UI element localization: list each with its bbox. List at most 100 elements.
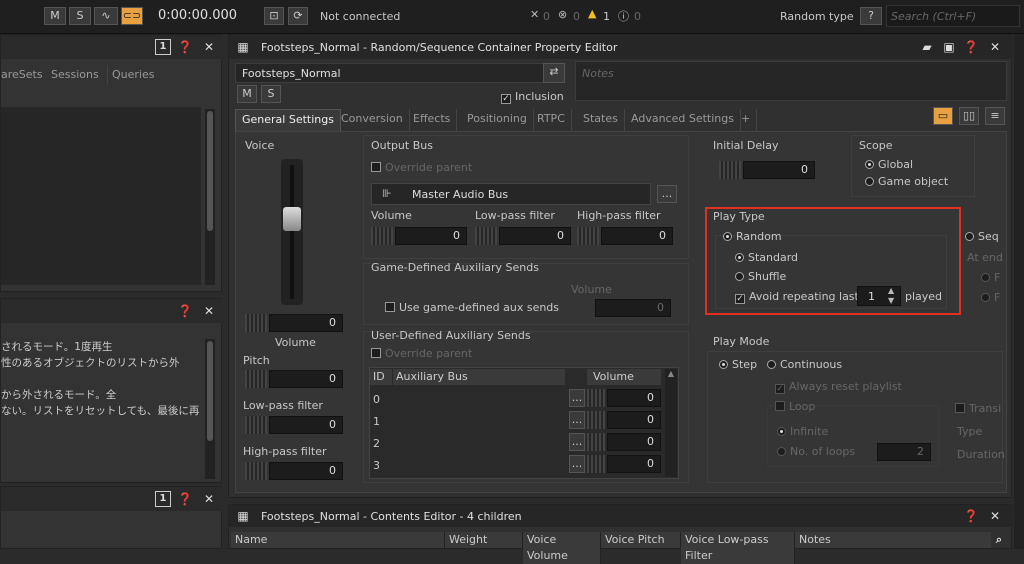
tab-sessions[interactable]: Sessions: [51, 65, 101, 85]
meter-icon[interactable]: ∿: [94, 7, 118, 25]
rename-icon[interactable]: ⇄: [543, 63, 565, 83]
bus-hpf-value[interactable]: 0: [601, 227, 673, 245]
inclusion-checkbox[interactable]: ✓ Inclusion: [501, 90, 564, 104]
bus-browse-button[interactable]: ...: [657, 185, 677, 203]
col-voice-lpf[interactable]: Voice Low-pass Filter: [681, 532, 795, 564]
close-icon[interactable]: ✕: [987, 508, 1003, 524]
tab-effects[interactable]: Effects: [407, 109, 458, 131]
pitch-value[interactable]: 0: [269, 370, 343, 388]
initial-delay-fader[interactable]: [719, 161, 741, 179]
scope-global-radio[interactable]: Global: [865, 158, 913, 171]
loops-value[interactable]: 2: [877, 443, 931, 461]
help-icon[interactable]: ❓: [177, 39, 193, 55]
link-icon[interactable]: ⊂⊃: [121, 7, 143, 25]
scrollbar-thumb[interactable]: [207, 341, 213, 441]
no-loops-radio[interactable]: No. of loops: [777, 445, 855, 458]
continuous-radio[interactable]: Continuous: [767, 358, 842, 371]
output-override-checkbox[interactable]: Override parent: [371, 161, 472, 174]
tab-states[interactable]: States: [577, 109, 625, 131]
at-end-option-radio[interactable]: F: [981, 271, 1000, 284]
shuffle-radio[interactable]: Shuffle: [735, 270, 786, 283]
aux-row-volume[interactable]: 0: [607, 389, 661, 407]
col-notes[interactable]: Notes: [795, 532, 991, 548]
pitch-fader[interactable]: [245, 370, 267, 388]
help-icon[interactable]: ❓: [963, 508, 979, 524]
voice-volume-slider-track[interactable]: [281, 159, 303, 305]
col-name[interactable]: Name: [231, 532, 445, 548]
aux-row-fader[interactable]: [587, 389, 605, 407]
aux-row-fader[interactable]: [587, 455, 605, 473]
tab-general-settings[interactable]: General Settings: [235, 109, 341, 131]
aux-row-browse[interactable]: ...: [569, 411, 585, 429]
aux-row-browse[interactable]: ...: [569, 389, 585, 407]
aux-row-fader[interactable]: [587, 433, 605, 451]
infinite-radio[interactable]: Infinite: [777, 425, 828, 438]
aux-row-volume[interactable]: 0: [607, 433, 661, 451]
lpf-value[interactable]: 0: [269, 416, 343, 434]
help-icon[interactable]: ❓: [177, 303, 193, 319]
folder-icon[interactable]: ▰: [919, 39, 935, 55]
col-aux-bus[interactable]: Auxiliary Bus: [393, 369, 565, 385]
bus-lpf-value[interactable]: 0: [499, 227, 571, 245]
step-radio[interactable]: Step: [719, 358, 757, 371]
at-end-option-radio-2[interactable]: F: [981, 291, 1000, 304]
voice-volume-value[interactable]: 0: [269, 314, 343, 332]
help-button[interactable]: ?: [860, 7, 882, 25]
connect-icon[interactable]: ⟳: [288, 7, 308, 25]
bus-volume-value[interactable]: 0: [395, 227, 467, 245]
aux-table-scrollbar[interactable]: ▲: [665, 369, 677, 477]
hpf-value[interactable]: 0: [269, 462, 343, 480]
random-radio[interactable]: Random: [723, 230, 782, 243]
mute-all-button[interactable]: M: [44, 7, 66, 25]
tab-positioning[interactable]: Positioning: [461, 109, 534, 131]
notes-field[interactable]: Notes: [575, 61, 1007, 101]
volume-fader[interactable]: [245, 314, 267, 332]
search-icon[interactable]: ⌕: [991, 532, 1007, 548]
game-aux-volume-value[interactable]: 0: [595, 299, 671, 317]
use-game-aux-checkbox[interactable]: Use game-defined aux sends: [385, 301, 559, 314]
col-volume[interactable]: Volume: [587, 369, 661, 385]
name-field[interactable]: Footsteps_Normal: [235, 63, 565, 83]
tab-add[interactable]: +: [735, 109, 758, 131]
sequence-radio[interactable]: Seq: [965, 230, 999, 243]
col-voice-pitch[interactable]: Voice Pitch: [601, 532, 681, 548]
mute-button[interactable]: M: [237, 85, 257, 103]
scrollbar[interactable]: [205, 339, 215, 479]
aux-row-volume[interactable]: 0: [607, 411, 661, 429]
stepper-arrows-icon[interactable]: ▲ ▼: [888, 286, 894, 306]
info-icon[interactable]: ⓘ: [618, 8, 629, 24]
always-reset-checkbox[interactable]: ✓ Always reset playlist: [775, 380, 902, 394]
panel-index-icon[interactable]: 1: [155, 39, 171, 55]
tab-soundbanks[interactable]: areSets: [1, 65, 45, 85]
bus-hpf-fader[interactable]: [577, 227, 599, 245]
standard-radio[interactable]: Standard: [735, 251, 798, 264]
close-icon[interactable]: ✕: [201, 39, 217, 55]
warning-icon[interactable]: ▲: [588, 7, 596, 20]
aux-row-fader[interactable]: [587, 411, 605, 429]
list-area[interactable]: [1, 107, 201, 285]
col-voice-volume[interactable]: Voice Volume: [523, 532, 601, 564]
bus-lpf-fader[interactable]: [475, 227, 497, 245]
solo-all-button[interactable]: S: [69, 7, 91, 25]
avoid-repeating-checkbox[interactable]: ✓ Avoid repeating last: [735, 290, 859, 304]
layout-single-icon[interactable]: ▭: [933, 107, 953, 125]
scrollbar-thumb[interactable]: [207, 111, 213, 231]
help-icon[interactable]: ❓: [177, 491, 193, 507]
solo-button[interactable]: S: [261, 85, 281, 103]
tab-queries[interactable]: Queries: [107, 65, 161, 85]
error-circle-icon[interactable]: ⊗: [558, 8, 567, 21]
error-icon[interactable]: ✕: [530, 8, 539, 21]
bus-selector[interactable]: ⊪ Master Audio Bus: [371, 183, 651, 205]
close-icon[interactable]: ✕: [987, 39, 1003, 55]
aux-row-browse[interactable]: ...: [569, 455, 585, 473]
lpf-fader[interactable]: [245, 416, 267, 434]
aux-row-volume[interactable]: 0: [607, 455, 661, 473]
close-icon[interactable]: ✕: [201, 491, 217, 507]
slider-thumb[interactable]: [283, 207, 301, 231]
initial-delay-value[interactable]: 0: [743, 161, 815, 179]
col-id[interactable]: ID: [370, 369, 392, 385]
close-icon[interactable]: ✕: [201, 303, 217, 319]
help-icon[interactable]: ❓: [963, 39, 979, 55]
remote-icon[interactable]: ⊡: [264, 7, 284, 25]
scope-game-object-radio[interactable]: Game object: [865, 175, 948, 188]
